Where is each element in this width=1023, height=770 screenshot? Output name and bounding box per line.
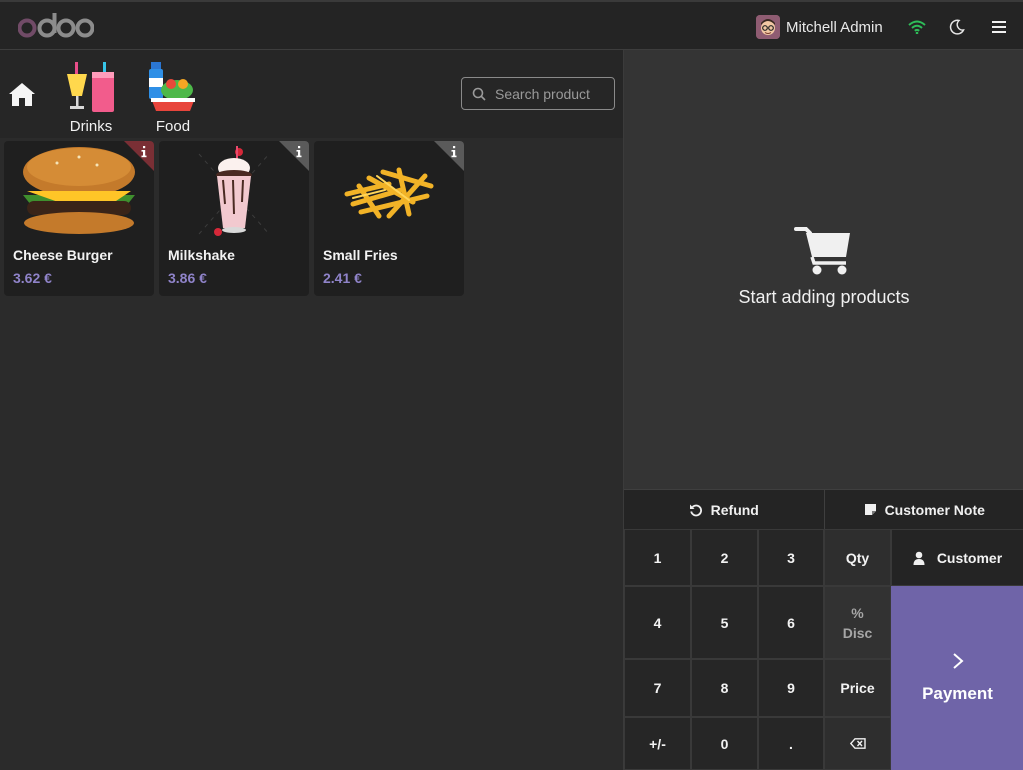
customer-note-label: Customer Note — [884, 501, 985, 518]
wifi-icon[interactable] — [906, 16, 928, 38]
search-box[interactable] — [461, 77, 615, 110]
product-card[interactable]: Milkshake 3.86 € — [159, 141, 309, 296]
moon-icon[interactable] — [946, 16, 968, 38]
category-label: Drinks — [69, 118, 113, 135]
product-info-icon[interactable] — [434, 141, 464, 171]
backspace-button[interactable] — [824, 717, 891, 770]
numpad-key-0[interactable]: 0 — [691, 717, 758, 770]
product-info-icon[interactable] — [124, 141, 154, 171]
user-menu[interactable]: Mitchell Admin — [756, 14, 883, 40]
note-icon — [864, 504, 876, 515]
product-price: 2.41 € — [323, 270, 362, 286]
search-icon — [472, 87, 486, 101]
product-card[interactable]: Cheese Burger 3.62 € — [4, 141, 154, 296]
hamburger-menu-icon[interactable] — [988, 16, 1010, 38]
product-price: 3.86 € — [168, 270, 207, 286]
payment-button[interactable]: Payment — [891, 586, 1023, 770]
set-customer-button[interactable]: Customer — [891, 529, 1023, 586]
odoo-logo-mark — [18, 13, 94, 38]
qty-mode-button[interactable]: Qty — [824, 529, 891, 586]
discount-label: Disc — [842, 624, 873, 641]
numpad-key-9[interactable]: 9 — [758, 659, 824, 717]
undo-icon — [689, 504, 702, 516]
backspace-icon — [849, 738, 866, 749]
cart-icon — [794, 225, 854, 277]
empty-order: Start adding products — [624, 225, 1023, 308]
numpad-key-plus-minus[interactable]: +/- — [624, 717, 691, 770]
refund-button[interactable]: Refund — [624, 490, 824, 529]
customer-note-button[interactable]: Customer Note — [823, 490, 1023, 529]
product-name: Milkshake — [168, 247, 235, 263]
numpad: 1 2 3 Qty 4 5 6 % Disc 7 8 9 Price +/- 0… — [624, 529, 1023, 770]
user-name: Mitchell Admin — [786, 18, 883, 36]
control-buttons: Refund Customer Note — [624, 489, 1023, 529]
discount-mode-button[interactable]: % Disc — [824, 586, 891, 659]
product-card[interactable]: Small Fries 2.41 € — [314, 141, 464, 296]
food-icon — [138, 58, 208, 114]
top-navbar: odoo Mitchell Admin — [0, 0, 1023, 50]
numpad-key-5[interactable]: 5 — [691, 586, 758, 659]
user-avatar — [756, 15, 780, 39]
customer-label: Customer — [936, 549, 1003, 566]
chevron-right-icon — [952, 653, 964, 669]
product-screen: Drinks Food Search product Cheese Burger… — [0, 50, 623, 770]
category-label: Food — [155, 118, 191, 135]
category-drinks[interactable]: Drinks — [56, 58, 126, 135]
order-panel: Start adding products Refund Customer No… — [623, 50, 1023, 770]
product-name: Small Fries — [323, 247, 398, 263]
product-info-icon[interactable] — [279, 141, 309, 171]
home-icon[interactable] — [8, 81, 36, 107]
numpad-key-2[interactable]: 2 — [691, 529, 758, 586]
refund-label: Refund — [710, 501, 759, 518]
odoo-logo[interactable]: odoo — [18, 11, 94, 41]
numpad-key-8[interactable]: 8 — [691, 659, 758, 717]
category-food[interactable]: Food — [138, 58, 208, 135]
product-name: Cheese Burger — [13, 247, 113, 263]
numpad-key-6[interactable]: 6 — [758, 586, 824, 659]
discount-symbol: % — [851, 604, 864, 621]
user-icon — [913, 551, 925, 565]
numpad-key-1[interactable]: 1 — [624, 529, 691, 586]
numpad-key-3[interactable]: 3 — [758, 529, 824, 586]
numpad-key-7[interactable]: 7 — [624, 659, 691, 717]
product-price: 3.62 € — [13, 270, 52, 286]
category-bar: Drinks Food — [0, 50, 623, 138]
search-input[interactable] — [495, 85, 605, 102]
empty-order-message: Start adding products — [738, 287, 910, 307]
numpad-key-decimal[interactable]: . — [758, 717, 824, 770]
numpad-key-4[interactable]: 4 — [624, 586, 691, 659]
price-mode-button[interactable]: Price — [824, 659, 891, 717]
drinks-icon — [56, 58, 126, 114]
payment-label: Payment — [922, 684, 993, 703]
